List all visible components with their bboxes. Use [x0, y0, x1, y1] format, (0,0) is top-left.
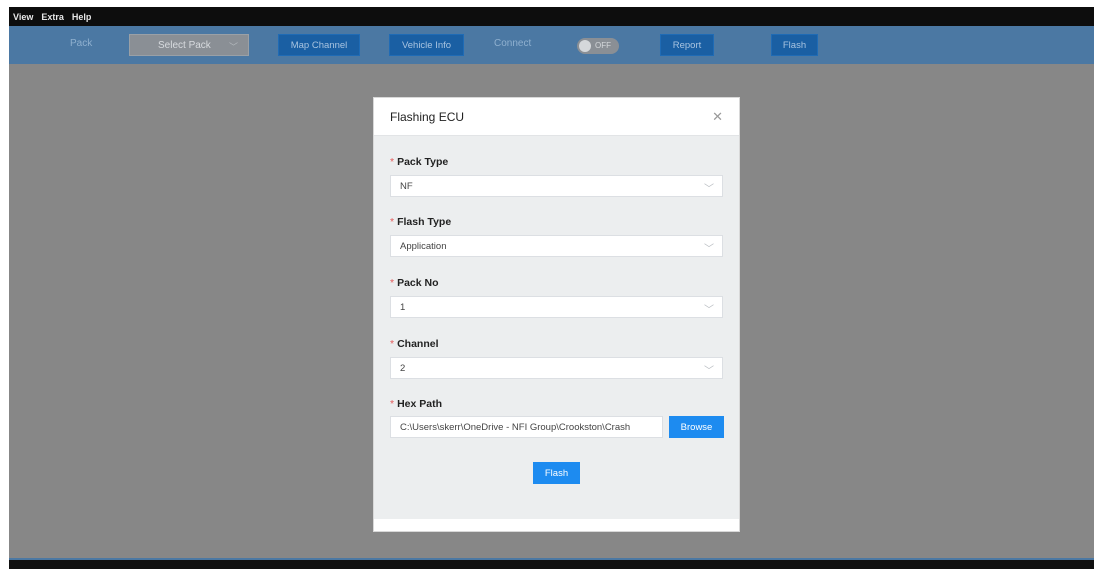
bottom-bar — [9, 558, 1094, 560]
pack-label: Pack — [70, 38, 93, 49]
menu-help[interactable]: Help — [72, 12, 92, 22]
pack-no-label: * Pack No — [390, 277, 439, 289]
pack-type-label: * Pack Type — [390, 156, 449, 168]
select-pack-text: Select Pack — [158, 39, 211, 51]
channel-label: * Channel — [390, 338, 439, 350]
required-asterisk: * — [390, 277, 395, 289]
flash-type-label: * Flash Type — [390, 216, 452, 228]
pack-no-select[interactable]: 1 ﹀ — [390, 296, 723, 318]
hex-path-input[interactable]: C:\Users\skerr\OneDrive - NFI Group\Croo… — [390, 416, 663, 438]
map-channel-button[interactable]: Map Channel — [278, 34, 360, 56]
toolbar-flash-button[interactable]: Flash — [771, 34, 818, 56]
connect-label: Connect — [494, 38, 532, 49]
vehicle-info-button[interactable]: Vehicle Info — [389, 34, 464, 56]
menu-view[interactable]: View — [13, 12, 33, 22]
chevron-down-icon: ﹀ — [704, 244, 714, 255]
dialog-footer — [374, 519, 739, 531]
flash-type-value: Application — [400, 240, 447, 252]
flash-type-select[interactable]: Application ﹀ — [390, 235, 723, 257]
chevron-down-icon: ﹀ — [704, 366, 714, 377]
pack-type-select[interactable]: NF ﹀ — [390, 175, 723, 197]
toggle-knob — [579, 40, 591, 52]
chevron-down-icon: ﹀ — [704, 184, 714, 195]
close-icon[interactable]: ✕ — [712, 109, 723, 125]
dialog-title: Flashing ECU — [390, 110, 465, 124]
app-window: View Extra Help Pack Select Pack ﹀ Map C… — [9, 7, 1094, 569]
toolbar: Pack Select Pack ﹀ Map Channel Vehicle I… — [9, 26, 1094, 64]
pack-no-value: 1 — [400, 301, 406, 313]
chevron-down-icon: ﹀ — [228, 42, 238, 52]
dialog-header: Flashing ECU ✕ — [374, 98, 739, 136]
channel-value: 2 — [400, 362, 406, 374]
browse-button[interactable]: Browse — [669, 416, 724, 438]
report-button[interactable]: Report — [660, 34, 714, 56]
flashing-ecu-dialog: Flashing ECU ✕ * Pack Type NF ﹀ * Flash Ty… — [373, 97, 740, 532]
required-asterisk: * — [390, 398, 395, 410]
flash-button[interactable]: Flash — [533, 462, 580, 484]
channel-select[interactable]: 2 ﹀ — [390, 357, 723, 379]
select-pack-dropdown[interactable]: Select Pack ﹀ — [129, 34, 249, 56]
toggle-state-text: OFF — [595, 41, 611, 50]
required-asterisk: * — [390, 156, 395, 168]
menu-bar: View Extra Help — [9, 7, 1094, 26]
hex-path-label: * Hex Path — [390, 398, 443, 410]
chevron-down-icon: ﹀ — [704, 305, 714, 316]
pack-type-value: NF — [400, 180, 413, 192]
connect-toggle[interactable]: OFF — [577, 38, 619, 54]
required-asterisk: * — [390, 216, 395, 228]
menu-extra[interactable]: Extra — [41, 12, 64, 22]
required-asterisk: * — [390, 338, 395, 350]
